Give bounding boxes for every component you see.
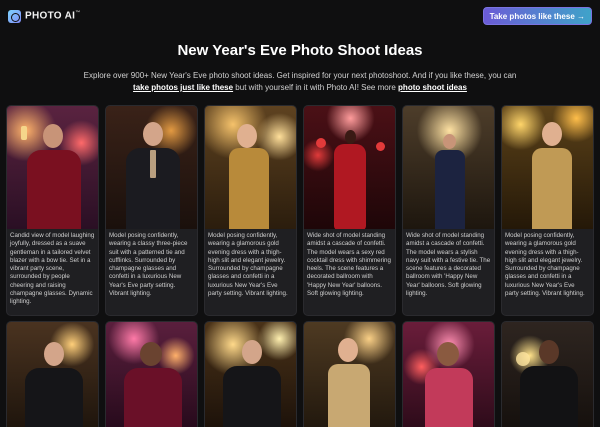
take-photos-button[interactable]: Take photos like these → <box>482 7 592 25</box>
photo-grid: Candid view of model laughing joyfully, … <box>6 105 596 427</box>
photo-image[interactable] <box>106 106 197 229</box>
photo-card[interactable] <box>501 321 594 427</box>
photo-caption: Model posing confidently, wearing a clas… <box>109 232 188 298</box>
take-photos-link[interactable]: take photos just like these <box>133 83 233 92</box>
photo-image[interactable] <box>205 106 296 229</box>
photo-caption: Candid view of model laughing joyfully, … <box>10 232 95 306</box>
photo-shoot-ideas-link[interactable]: photo shoot ideas <box>398 83 467 92</box>
camera-logo-icon <box>8 9 21 23</box>
photo-card[interactable] <box>105 321 198 427</box>
brand-name: PHOTO AI™ <box>25 10 81 22</box>
photo-image[interactable] <box>7 322 98 427</box>
photo-image[interactable] <box>403 322 494 427</box>
photo-card[interactable]: Model posing confidently, wearing a glam… <box>501 105 594 316</box>
page-description: Explore over 900+ New Year's Eve photo s… <box>83 71 517 92</box>
page-title: New Year's Eve Photo Shoot Ideas <box>177 42 423 59</box>
photo-card[interactable] <box>204 321 297 427</box>
photo-caption: Model posing confidently, wearing a glam… <box>505 232 585 298</box>
photo-image[interactable] <box>502 106 593 229</box>
photo-card[interactable] <box>303 321 396 427</box>
page-header: New Year's Eve Photo Shoot Ideas Explore… <box>0 42 600 94</box>
photo-image[interactable] <box>403 106 494 229</box>
photo-caption: Wide shot of model standing amidst a cas… <box>307 232 391 298</box>
photo-image[interactable] <box>304 106 395 229</box>
photo-card[interactable]: Model posing confidently, wearing a glam… <box>204 105 297 316</box>
photo-card[interactable] <box>402 321 495 427</box>
photo-image[interactable] <box>7 106 98 229</box>
photo-image[interactable] <box>304 322 395 427</box>
photo-card[interactable]: Wide shot of model standing amidst a cas… <box>303 105 396 316</box>
top-bar: PHOTO AI™ Take photos like these → <box>0 0 600 32</box>
photo-image[interactable] <box>106 322 197 427</box>
photo-image[interactable] <box>205 322 296 427</box>
photo-image[interactable] <box>502 322 593 427</box>
photo-card[interactable]: Candid view of model laughing joyfully, … <box>6 105 99 316</box>
logo[interactable]: PHOTO AI™ <box>8 9 81 23</box>
photo-card[interactable] <box>6 321 99 427</box>
photo-caption: Wide shot of model standing amidst a cas… <box>406 232 491 298</box>
photo-card[interactable]: Model posing confidently, wearing a clas… <box>105 105 198 316</box>
photo-card[interactable]: Wide shot of model standing amidst a cas… <box>402 105 495 316</box>
photo-caption: Model posing confidently, wearing a glam… <box>208 232 288 298</box>
